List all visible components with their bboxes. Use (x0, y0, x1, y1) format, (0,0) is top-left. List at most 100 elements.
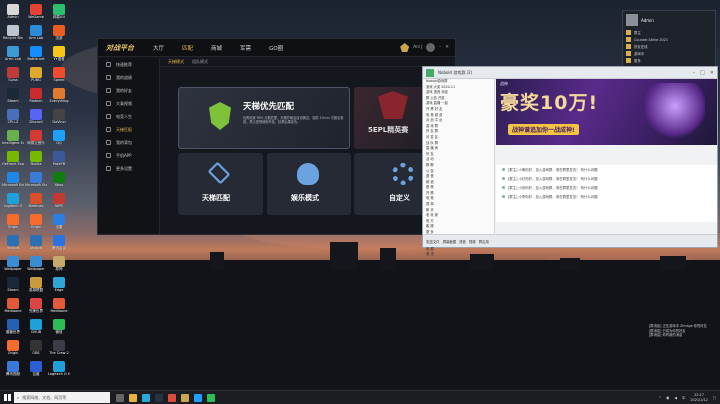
chat-toolbar-button[interactable]: 群应用 (479, 239, 489, 244)
chat-toolbar-button[interactable]: 视频 (469, 239, 476, 244)
desktop-icon[interactable]: Steam (2, 277, 24, 299)
avatar[interactable] (425, 43, 435, 52)
nav-tab[interactable]: 匹配 (182, 44, 193, 52)
chat-toolbar-button[interactable]: 屏幕截图 (443, 239, 457, 244)
desktop-icon[interactable]: Admin (2, 4, 24, 26)
sidebar-item[interactable]: 我的背包 (98, 136, 159, 149)
close-icon[interactable]: ✕ (445, 45, 449, 50)
desktop-icon[interactable]: 微信 (48, 319, 70, 341)
desktop-icon[interactable]: DaVinci (48, 109, 70, 131)
desktop-icon[interactable]: Nvidia (25, 151, 47, 173)
desktop-icon[interactable]: WPS (48, 193, 70, 215)
panel-row[interactable]: 群主 (623, 29, 715, 36)
sidebar-item[interactable]: 电竞人生 (98, 110, 159, 123)
desktop-icon[interactable]: Origin (25, 214, 47, 236)
desktop-icon[interactable]: Origin (2, 340, 24, 362)
desktop-icon[interactable]: 腾讯会议 (48, 235, 70, 257)
panel-row[interactable]: 更多 (623, 57, 715, 64)
desktop-icon[interactable]: 迅游 (48, 25, 70, 47)
desktop-icon[interactable]: Arrm Lab (2, 46, 24, 68)
desktop-icon[interactable]: Xbox (48, 172, 70, 194)
desktop-icon[interactable]: Radeon (25, 88, 47, 110)
edge-icon[interactable] (142, 393, 150, 402)
nav-tab[interactable]: 大厅 (153, 44, 164, 52)
desktop-icon[interactable]: 腾讯视频 (2, 361, 24, 383)
list-item[interactable]: 置 顶 (423, 252, 494, 258)
chevron-up-icon[interactable]: ^ (658, 396, 661, 400)
desktop-icon[interactable]: Ubisoft (2, 235, 24, 257)
ad-banner[interactable]: 战神 豪奖10万! 战神谱追加你一战成神! (496, 79, 717, 145)
avatar[interactable] (626, 14, 638, 26)
desktop-icon[interactable]: Logitech G HUB (48, 361, 70, 383)
sidebar-item[interactable]: 更多设置 (98, 162, 159, 175)
steam-icon[interactable] (155, 393, 163, 402)
desktop-icon[interactable]: Intelligent Experience (2, 130, 24, 152)
game-client-icon[interactable] (181, 393, 189, 402)
desktop-icon[interactable]: The Crew 2 (48, 340, 70, 362)
game-client-window[interactable]: 对战平台 大厅 匹配 商城 军需 GO圈 Arc| – ✕ 天梯模式 组队模式 快速推荐我… (97, 38, 456, 235)
volume-icon[interactable]: ◀ (674, 396, 677, 400)
desktop-icon[interactable]: Guiss (2, 67, 24, 89)
desktop-icon[interactable]: 网易云音乐 (25, 130, 47, 152)
notification-icon[interactable]: ▢ (713, 396, 716, 400)
desktop-icon[interactable]: 魔兽世界 (2, 319, 24, 341)
desktop-icon[interactable]: OBS (25, 340, 47, 362)
file-explorer-icon[interactable] (129, 393, 137, 402)
start-button[interactable] (0, 391, 14, 404)
desktop-icon[interactable]: QQ (48, 130, 70, 152)
desktop-icon[interactable]: FakeFB (48, 151, 70, 173)
desktop-icon[interactable]: 原神 (48, 256, 70, 278)
desktop-icon[interactable]: PUBG (25, 67, 47, 89)
desktop-icon[interactable]: 英雄联盟 (25, 277, 47, 299)
ladder-match-card[interactable]: 天梯匹配 (178, 153, 263, 215)
panel-row[interactable]: Counter-Strike 2021 (623, 36, 715, 43)
desktop-icon[interactable]: 网易UU (48, 4, 70, 26)
chrome-icon[interactable] (168, 393, 176, 402)
minimize-icon[interactable]: – (439, 45, 441, 50)
desktop-icon[interactable]: Edge (48, 277, 70, 299)
panel-row[interactable]: 好友在线 (623, 43, 715, 50)
desktop-icon[interactable]: Speed (48, 67, 70, 89)
panel-row[interactable]: 游戏中 (623, 50, 715, 57)
sidebar-item[interactable]: 我的好友 (98, 84, 159, 97)
desktop-icon[interactable]: Origin (2, 214, 24, 236)
desktop-icon[interactable]: Recycle Bin (2, 25, 24, 47)
task-view-icon[interactable] (116, 393, 124, 402)
desktop-icon[interactable]: Mediaone (2, 298, 24, 320)
sub-tab[interactable]: 天梯模式 (168, 59, 184, 65)
desktop-icon[interactable]: Microsoft Store (25, 172, 47, 194)
chat-toolbar-button[interactable]: 发送文件 (426, 239, 440, 244)
desktop-icon[interactable]: Ubisoft (25, 235, 47, 257)
desktop-icon[interactable]: Mathcad (25, 193, 47, 215)
desktop-icon[interactable]: Steam (2, 88, 24, 110)
sidebar-item[interactable]: 我的战绩 (98, 71, 159, 84)
nav-tab[interactable]: 军需 (240, 44, 251, 52)
desktop-icon[interactable]: 迅雷 (48, 214, 70, 236)
desktop-icon[interactable]: Logitech G (2, 193, 24, 215)
desktop-icon[interactable]: 完美世界 (25, 298, 47, 320)
chat-window[interactable]: Nobold 游戏群 (2) – □ ✕ Nobold游戏群 游戏 大奖 2020… (422, 66, 718, 256)
desktop-icon[interactable]: Mediaone (48, 298, 70, 320)
message-area[interactable]: [群主] 小明你好，加入游戏群，请在群里发言！ 有什么问题 [群主] 小红你好，加… (496, 165, 717, 222)
qq-icon[interactable] (194, 393, 202, 402)
desktop-icon[interactable]: Wallpaper (25, 256, 47, 278)
desktop-icon[interactable]: Battle.net (25, 46, 47, 68)
nav-tab[interactable]: 商城 (211, 44, 222, 52)
sidebar-item[interactable]: 快速推荐 (98, 58, 159, 71)
network-icon[interactable]: ▣ (666, 396, 669, 400)
wechat-icon[interactable] (207, 393, 215, 402)
desktop-icon[interactable]: YY语音 (48, 46, 70, 68)
desktop-icon[interactable]: Microsoft Edge (2, 172, 24, 194)
desktop-icon[interactable]: 百度 (25, 361, 47, 383)
desktop-icon[interactable]: Everything (48, 88, 70, 110)
maximize-icon[interactable]: □ (700, 70, 705, 76)
clock[interactable]: 22:17 2021/1/12 (690, 393, 707, 401)
chat-toolbar-button[interactable]: 语音 (459, 239, 466, 244)
client-user-area[interactable]: Arc| – ✕ (400, 43, 455, 52)
ime-indicator[interactable]: 中 (682, 395, 685, 400)
search-input[interactable]: ⌕ 搜索网络、文档、网页等 (14, 392, 110, 403)
ladder-priority-card[interactable]: 天梯优先匹配 优秀玩家 RPG 分数匹配，天梯开局会自动换边，赛前 10min … (178, 87, 350, 149)
sidebar-item[interactable]: 手机APP (98, 149, 159, 162)
desktop-icon[interactable]: GHUB (25, 319, 47, 341)
desktop-icon[interactable]: WeGame (25, 4, 47, 26)
